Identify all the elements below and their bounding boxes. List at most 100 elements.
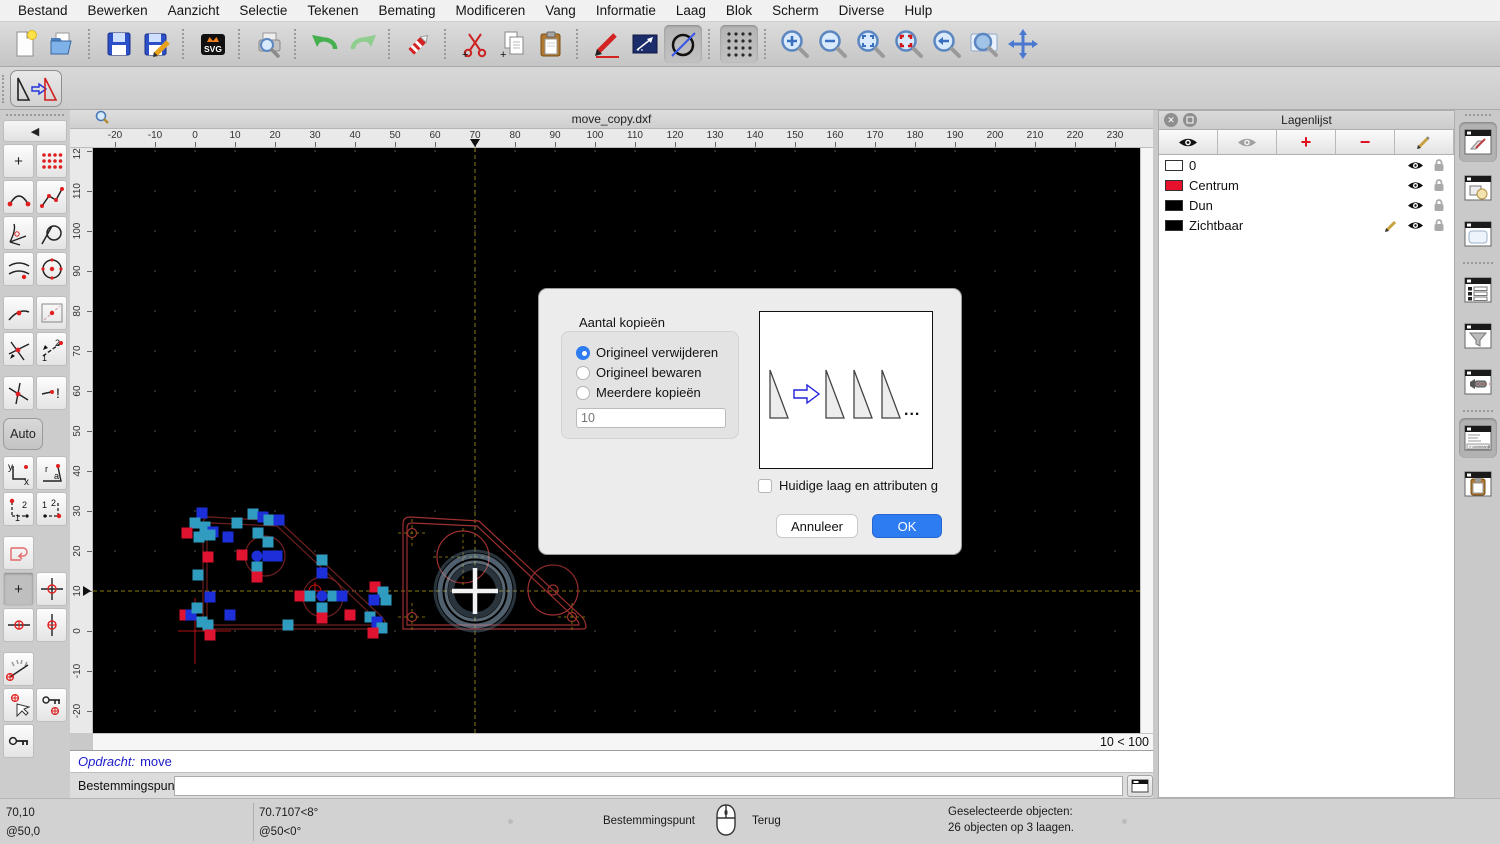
restrict-angle-button[interactable] (3, 652, 34, 686)
lock-relative-zero-button[interactable] (36, 688, 67, 722)
block-list-panel-button[interactable] (1459, 168, 1497, 208)
print-preview-button[interactable] (250, 25, 288, 63)
layer-row[interactable]: Zichtbaar (1159, 215, 1454, 235)
radio-button[interactable] (576, 386, 590, 400)
pan-button[interactable] (1004, 25, 1042, 63)
layer-list-panel-button[interactable] (1459, 122, 1497, 162)
layer-row[interactable]: Dun (1159, 195, 1454, 215)
snap-free-button[interactable]: + (3, 144, 34, 178)
restrict-horizontal-button[interactable] (3, 608, 34, 642)
zoom-in-button[interactable] (776, 25, 814, 63)
close-panel-icon[interactable]: ✕ (1164, 113, 1178, 127)
library-browser-panel-button[interactable] (1459, 362, 1497, 402)
add-layer-button[interactable]: + (1277, 130, 1336, 154)
menu-selectie[interactable]: Selectie (229, 3, 297, 18)
menu-laag[interactable]: Laag (666, 3, 716, 18)
move-copy-tool-button[interactable] (10, 70, 62, 107)
snap-coordinate-button[interactable] (3, 376, 34, 410)
cancel-button[interactable]: Annuleer (776, 514, 858, 538)
menu-hulp[interactable]: Hulp (894, 3, 942, 18)
menu-informatie[interactable]: Informatie (586, 3, 666, 18)
redo-button[interactable] (344, 25, 382, 63)
palette-back-button[interactable]: ◀ (3, 120, 67, 142)
snap-intersection-button[interactable] (3, 332, 34, 366)
radio-button[interactable] (576, 366, 590, 380)
layer-visibility-icon[interactable] (1406, 220, 1424, 231)
relative-polar-button[interactable]: 12 (36, 492, 67, 526)
menu-tekenen[interactable]: Tekenen (297, 3, 368, 18)
save-as-button[interactable] (138, 25, 176, 63)
restrict-off-button[interactable]: + (3, 572, 34, 606)
copies-count-input[interactable] (576, 408, 726, 428)
snap-middle-button[interactable] (3, 296, 34, 330)
relative-zero-key-button[interactable] (3, 724, 34, 758)
clipboard-panel-button[interactable] (1459, 464, 1497, 504)
menu-aanzicht[interactable]: Aanzicht (158, 3, 230, 18)
selection-filter-panel-button[interactable] (1459, 316, 1497, 356)
horizontal-scrollbar[interactable]: 10 < 100 (93, 733, 1153, 750)
blueprint-button[interactable] (626, 25, 664, 63)
command-line-panel-button[interactable]: > command (1459, 418, 1497, 458)
radio-button[interactable] (576, 346, 590, 360)
property-editor-panel-button[interactable] (1459, 270, 1497, 310)
layer-lock-icon[interactable] (1430, 198, 1448, 212)
menu-vang[interactable]: Vang (535, 3, 586, 18)
paste-button[interactable] (532, 25, 570, 63)
edit-layer-button[interactable] (1395, 130, 1454, 154)
layer-row[interactable]: Centrum (1159, 175, 1454, 195)
delete-button[interactable] (400, 25, 438, 63)
save-button[interactable] (100, 25, 138, 63)
hide-all-layers-button[interactable] (1218, 130, 1277, 154)
snap-grid-button[interactable] (36, 144, 67, 178)
layer-visibility-icon[interactable] (1406, 160, 1424, 171)
copy-option-radio-row[interactable]: Meerdere kopieën (576, 385, 738, 400)
copy-option-radio-row[interactable]: Origineel verwijderen (576, 345, 738, 360)
layer-lock-icon[interactable] (1430, 178, 1448, 192)
open-file-button[interactable] (44, 25, 82, 63)
snap-manual-button[interactable]: ! (36, 376, 67, 410)
snap-perpendicular-button[interactable] (3, 216, 34, 250)
ok-button[interactable]: OK (872, 514, 942, 538)
layer-lock-icon[interactable] (1430, 218, 1448, 232)
undo-button[interactable] (306, 25, 344, 63)
show-all-layers-button[interactable] (1159, 130, 1218, 154)
coordinate-polar-button[interactable]: ra (36, 456, 67, 490)
menu-bestand[interactable]: Bestand (8, 3, 78, 18)
snap-reference-button[interactable] (36, 296, 67, 330)
layer-visibility-icon[interactable] (1406, 200, 1424, 211)
copy-option-radio-row[interactable]: Origineel bewaren (576, 365, 738, 380)
cut-button[interactable]: + (456, 25, 494, 63)
relative-cartesian-button[interactable]: 12 (3, 492, 34, 526)
edit-button[interactable] (588, 25, 626, 63)
set-relative-zero-button[interactable] (3, 688, 34, 722)
remove-layer-button[interactable]: − (1336, 130, 1395, 154)
snap-order-button[interactable] (3, 536, 34, 570)
svg-export-button[interactable]: SVG (194, 25, 232, 63)
use-current-attributes-checkbox[interactable] (758, 479, 772, 493)
layer-lock-icon[interactable] (1430, 158, 1448, 172)
coordinate-cartesian-button[interactable]: yx (3, 456, 34, 490)
zoom-auto-button[interactable] (852, 25, 890, 63)
menu-diverse[interactable]: Diverse (829, 3, 895, 18)
document-titlebar[interactable]: move_copy.dxf (70, 110, 1153, 129)
viewports-panel-button[interactable] (1459, 214, 1497, 254)
palette-drag-handle[interactable] (6, 114, 64, 118)
layer-row[interactable]: 0 (1159, 155, 1454, 175)
draft-mode-button[interactable] (664, 25, 702, 63)
zoom-out-button[interactable] (814, 25, 852, 63)
vertical-scrollbar[interactable] (1140, 148, 1153, 733)
menu-modificeren[interactable]: Modificeren (446, 3, 536, 18)
snap-center-button[interactable] (36, 252, 67, 286)
zoom-selection-button[interactable] (890, 25, 928, 63)
snap-tangent-button[interactable] (36, 216, 67, 250)
detach-panel-icon[interactable] (1183, 113, 1197, 127)
zoom-window-button[interactable] (966, 25, 1004, 63)
snap-auto-button[interactable]: Auto (3, 418, 43, 450)
snap-distance-button[interactable]: 21 (36, 332, 67, 366)
restrict-orthogonal-button[interactable] (36, 572, 67, 606)
snap-on-entity-button[interactable] (36, 180, 67, 214)
menu-scherm[interactable]: Scherm (762, 3, 829, 18)
new-file-button[interactable] (6, 25, 44, 63)
menu-blok[interactable]: Blok (716, 3, 762, 18)
menu-bemating[interactable]: Bemating (368, 3, 445, 18)
